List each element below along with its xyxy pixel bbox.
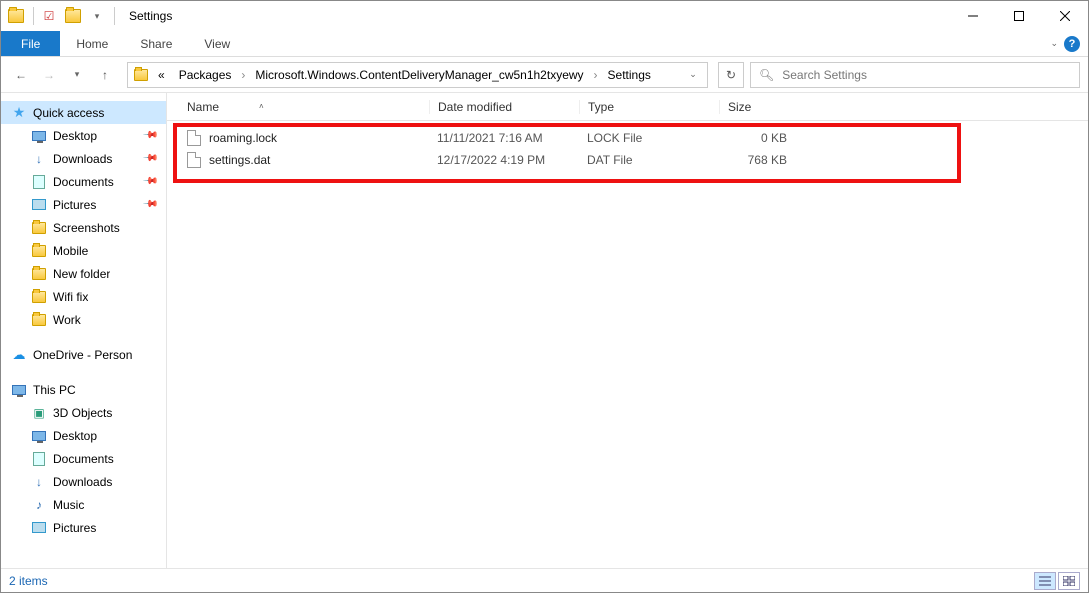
pin-icon: 📌 <box>141 150 158 167</box>
pc-icon <box>11 382 27 398</box>
qat-properties-icon[interactable]: ☑ <box>38 5 60 27</box>
sidebar-item-pictures[interactable]: Pictures <box>1 516 166 539</box>
file-name: settings.dat <box>209 153 270 167</box>
app-icon <box>5 5 27 27</box>
column-size[interactable]: Size <box>719 100 799 114</box>
ribbon: File Home Share View ⌄ ? <box>1 31 1088 57</box>
sidebar-item-documents[interactable]: Documents📌 <box>1 170 166 193</box>
window-title: Settings <box>129 9 172 23</box>
sidebar-item-3d-objects[interactable]: ▣3D Objects <box>1 401 166 424</box>
file-date: 11/11/2021 7:16 AM <box>429 131 579 145</box>
star-icon: ★ <box>11 105 27 121</box>
sidebar-quick-access[interactable]: ★ Quick access <box>1 101 166 124</box>
sidebar-item-pictures[interactable]: Pictures📌 <box>1 193 166 216</box>
file-size: 0 KB <box>719 131 799 145</box>
sidebar-item-desktop[interactable]: Desktop <box>1 424 166 447</box>
maximize-button[interactable] <box>996 1 1042 31</box>
sidebar-item-screenshots[interactable]: Screenshots <box>1 216 166 239</box>
forward-button[interactable]: → <box>37 63 61 87</box>
sidebar-item-music[interactable]: ♪Music <box>1 493 166 516</box>
navigation-bar: ← → ▾ ↑ « Packages › Microsoft.Windows.C… <box>1 57 1088 93</box>
3d-icon: ▣ <box>31 405 47 421</box>
sort-ascending-icon: ˄ <box>259 102 264 111</box>
back-button[interactable]: ← <box>9 63 33 87</box>
file-list[interactable]: roaming.lock 11/11/2021 7:16 AMLOCK File0… <box>167 121 1088 171</box>
pin-icon: 📌 <box>141 196 158 213</box>
file-row[interactable]: settings.dat 12/17/2022 4:19 PMDAT File76… <box>167 149 1088 171</box>
status-bar: 2 items <box>1 568 1088 592</box>
pictures-icon <box>31 520 47 536</box>
column-date[interactable]: Date modified <box>429 100 579 114</box>
folder-icon <box>31 220 47 236</box>
file-row[interactable]: roaming.lock 11/11/2021 7:16 AMLOCK File0… <box>167 127 1088 149</box>
breadcrumb-item[interactable]: Packages <box>173 63 238 87</box>
sidebar-item-desktop[interactable]: Desktop📌 <box>1 124 166 147</box>
sidebar-item-wifi-fix[interactable]: Wifi fix <box>1 285 166 308</box>
pictures-icon <box>31 197 47 213</box>
file-type: DAT File <box>579 153 719 167</box>
breadcrumb-overflow[interactable]: « <box>152 63 171 87</box>
pin-icon: 📌 <box>141 127 158 144</box>
folder-icon <box>31 266 47 282</box>
sidebar-item-documents[interactable]: Documents <box>1 447 166 470</box>
address-folder-icon <box>132 69 150 81</box>
navigation-pane: ★ Quick access Desktop📌↓Downloads📌Docume… <box>1 93 167 568</box>
pin-icon: 📌 <box>141 173 158 190</box>
cloud-icon: ☁ <box>11 347 27 363</box>
breadcrumb-item[interactable]: Settings <box>602 63 657 87</box>
address-bar[interactable]: « Packages › Microsoft.Windows.ContentDe… <box>127 62 708 88</box>
music-icon: ♪ <box>31 497 47 513</box>
file-size: 768 KB <box>719 153 799 167</box>
sidebar-item-downloads[interactable]: ↓Downloads📌 <box>1 147 166 170</box>
tab-file[interactable]: File <box>1 31 60 56</box>
address-dropdown-icon[interactable]: ⌄ <box>683 69 703 80</box>
sidebar-item-downloads[interactable]: ↓Downloads <box>1 470 166 493</box>
file-date: 12/17/2022 4:19 PM <box>429 153 579 167</box>
folder-icon <box>31 289 47 305</box>
sidebar-item-work[interactable]: Work <box>1 308 166 331</box>
recent-locations-button[interactable]: ▾ <box>65 63 89 87</box>
tab-view[interactable]: View <box>188 31 246 56</box>
folder-icon <box>31 312 47 328</box>
file-type: LOCK File <box>579 131 719 145</box>
file-icon <box>187 130 201 146</box>
chevron-right-icon[interactable]: › <box>239 68 247 82</box>
documents-icon <box>31 451 47 467</box>
status-item-count: 2 items <box>9 574 48 588</box>
qat-customize-icon[interactable]: ▾ <box>86 5 108 27</box>
search-placeholder: Search Settings <box>782 68 867 82</box>
title-bar: ☑ ▾ Settings <box>1 1 1088 31</box>
help-icon[interactable]: ? <box>1064 36 1080 52</box>
breadcrumb-item[interactable]: Microsoft.Windows.ContentDeliveryManager… <box>249 63 589 87</box>
sidebar-item-new-folder[interactable]: New folder <box>1 262 166 285</box>
search-icon: 🔍︎ <box>759 68 774 82</box>
minimize-button[interactable] <box>950 1 996 31</box>
sidebar-item-mobile[interactable]: Mobile <box>1 239 166 262</box>
desktop-icon <box>31 428 47 444</box>
sidebar-onedrive[interactable]: ☁ OneDrive - Person <box>1 343 166 366</box>
ribbon-expand-icon[interactable]: ⌄ <box>1050 38 1058 49</box>
view-details-button[interactable] <box>1034 572 1056 590</box>
folder-icon <box>31 243 47 259</box>
column-headers: Name ˄ Date modified Type Size <box>167 93 1088 121</box>
sidebar-this-pc[interactable]: This PC <box>1 378 166 401</box>
qat-new-folder-icon[interactable] <box>62 5 84 27</box>
tab-share[interactable]: Share <box>124 31 188 56</box>
column-name[interactable]: Name ˄ <box>179 100 429 114</box>
file-name: roaming.lock <box>209 131 277 145</box>
file-icon <box>187 152 201 168</box>
chevron-right-icon[interactable]: › <box>592 68 600 82</box>
up-button[interactable]: ↑ <box>93 63 117 87</box>
tab-home[interactable]: Home <box>60 31 124 56</box>
downloads-icon: ↓ <box>31 474 47 490</box>
search-box[interactable]: 🔍︎ Search Settings <box>750 62 1080 88</box>
desktop-icon <box>31 128 47 144</box>
view-large-icons-button[interactable] <box>1058 572 1080 590</box>
close-button[interactable] <box>1042 1 1088 31</box>
documents-icon <box>31 174 47 190</box>
column-type[interactable]: Type <box>579 100 719 114</box>
downloads-icon: ↓ <box>31 151 47 167</box>
refresh-button[interactable]: ↻ <box>718 62 744 88</box>
